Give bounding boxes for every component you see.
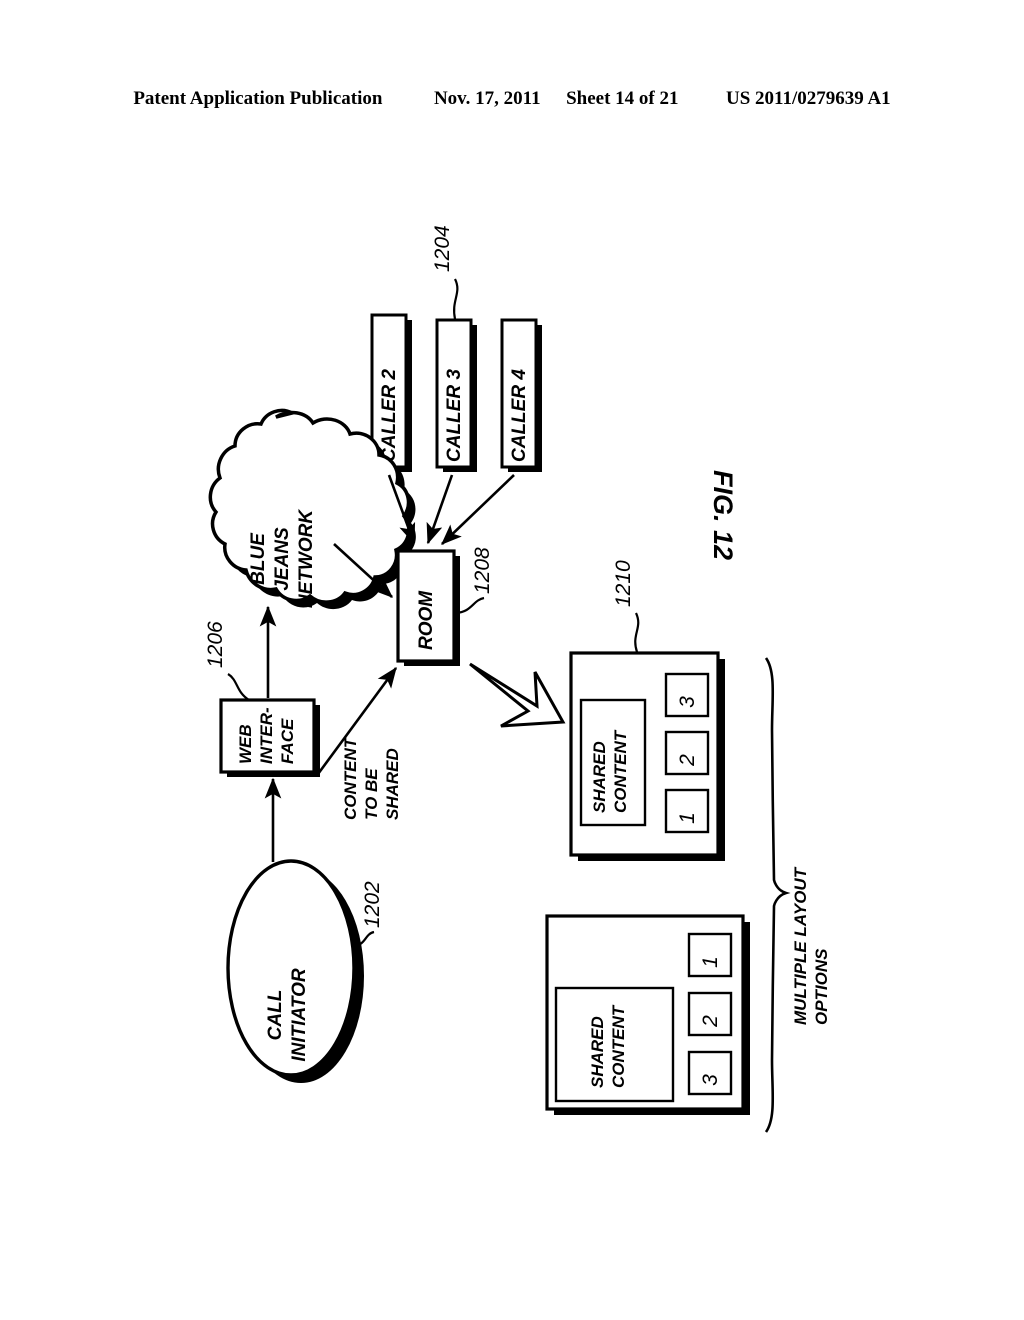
reference-leader-1208: 1208	[455, 547, 494, 615]
layout-b-thumbnail-2: 2	[687, 991, 733, 1037]
layout-option-b: SHARED CONTENT 1 2 3	[545, 914, 750, 1115]
call-initiator-label-line1: CALL	[265, 990, 286, 1041]
patent-figure-12: FIG. 12 CALLER 2 CALLER 3 CALLER 4 1204 …	[0, 0, 1024, 1320]
multiple-layout-options-line2: OPTIONS	[812, 948, 831, 1025]
content-to-be-shared-label: CONTENT TO BE SHARED	[341, 736, 402, 820]
layout-b-thumbnail-2-label: 2	[699, 1015, 722, 1028]
arrow-caller4-to-room	[441, 474, 515, 545]
content-to-be-shared-line3: SHARED	[383, 748, 402, 820]
layout-b-shared-content-line1: SHARED	[588, 1016, 607, 1088]
block-arrow-to-layouts	[469, 662, 566, 728]
multiple-layout-options-brace: MULTIPLE LAYOUT OPTIONS	[764, 657, 831, 1133]
web-interface-box: WEB INTER- FACE	[219, 698, 320, 777]
caller-box-3: CALLER 3	[435, 318, 477, 472]
layout-a-thumbnail-1-label: 1	[676, 812, 699, 824]
layout-b-thumbnail-1-label: 1	[699, 956, 722, 968]
reference-number-1206: 1206	[204, 621, 227, 668]
web-interface-label-line2: INTER-	[257, 707, 276, 764]
caller-box-3-label: CALLER 3	[444, 369, 465, 462]
call-initiator-ellipse: CALL INITIATOR	[226, 859, 364, 1083]
figure-caption-text: FIG. 12	[708, 470, 738, 560]
caller-box-4-label: CALLER 4	[509, 369, 530, 462]
layout-b-shared-content-line2: CONTENT	[609, 1004, 628, 1088]
room-box-label: ROOM	[416, 590, 437, 650]
reference-leader-1210: 1210	[612, 560, 640, 653]
reference-number-1202: 1202	[361, 881, 384, 928]
layout-a-thumbnail-3-label: 3	[676, 696, 699, 708]
network-cloud-label-line2: JEANS	[272, 527, 293, 591]
reference-leader-1204: 1204	[431, 225, 459, 320]
reference-number-1208: 1208	[471, 547, 494, 594]
layout-b-thumbnail-3: 3	[687, 1050, 733, 1096]
web-interface-label-line1: WEB	[236, 724, 255, 764]
reference-leader-1206: 1206	[204, 621, 250, 701]
content-to-be-shared-line2: TO BE	[362, 768, 381, 820]
layout-a-shared-content-line2: CONTENT	[611, 729, 630, 813]
figure-caption: FIG. 12	[708, 470, 738, 560]
layout-option-a: SHARED CONTENT 1 2 3	[569, 651, 725, 861]
caller-box-2-label: CALLER 2	[379, 369, 400, 462]
call-initiator-label-line2: INITIATOR	[289, 968, 310, 1062]
multiple-layout-options-line1: MULTIPLE LAYOUT	[791, 866, 810, 1025]
layout-b-thumbnail-3-label: 3	[699, 1074, 722, 1086]
reference-number-1210: 1210	[612, 560, 635, 607]
arrow-caller3-to-room	[426, 474, 454, 545]
room-box: ROOM	[396, 549, 460, 666]
layout-a-thumbnail-3: 3	[664, 672, 710, 718]
layout-a-thumbnail-1: 1	[664, 788, 710, 834]
content-to-be-shared-line1: CONTENT	[341, 736, 360, 820]
network-cloud-label-line3: NETWORK	[296, 509, 317, 608]
layout-a-thumbnail-2-label: 2	[676, 754, 699, 767]
network-cloud-label-line1: BLUE	[248, 532, 269, 585]
layout-a-shared-content-line1: SHARED	[590, 741, 609, 813]
web-interface-label-line3: FACE	[278, 718, 297, 764]
layout-a-thumbnail-2: 2	[664, 730, 710, 776]
caller-box-4: CALLER 4	[500, 318, 542, 472]
layout-b-thumbnail-1: 1	[687, 932, 733, 978]
reference-number-1204: 1204	[431, 225, 454, 272]
